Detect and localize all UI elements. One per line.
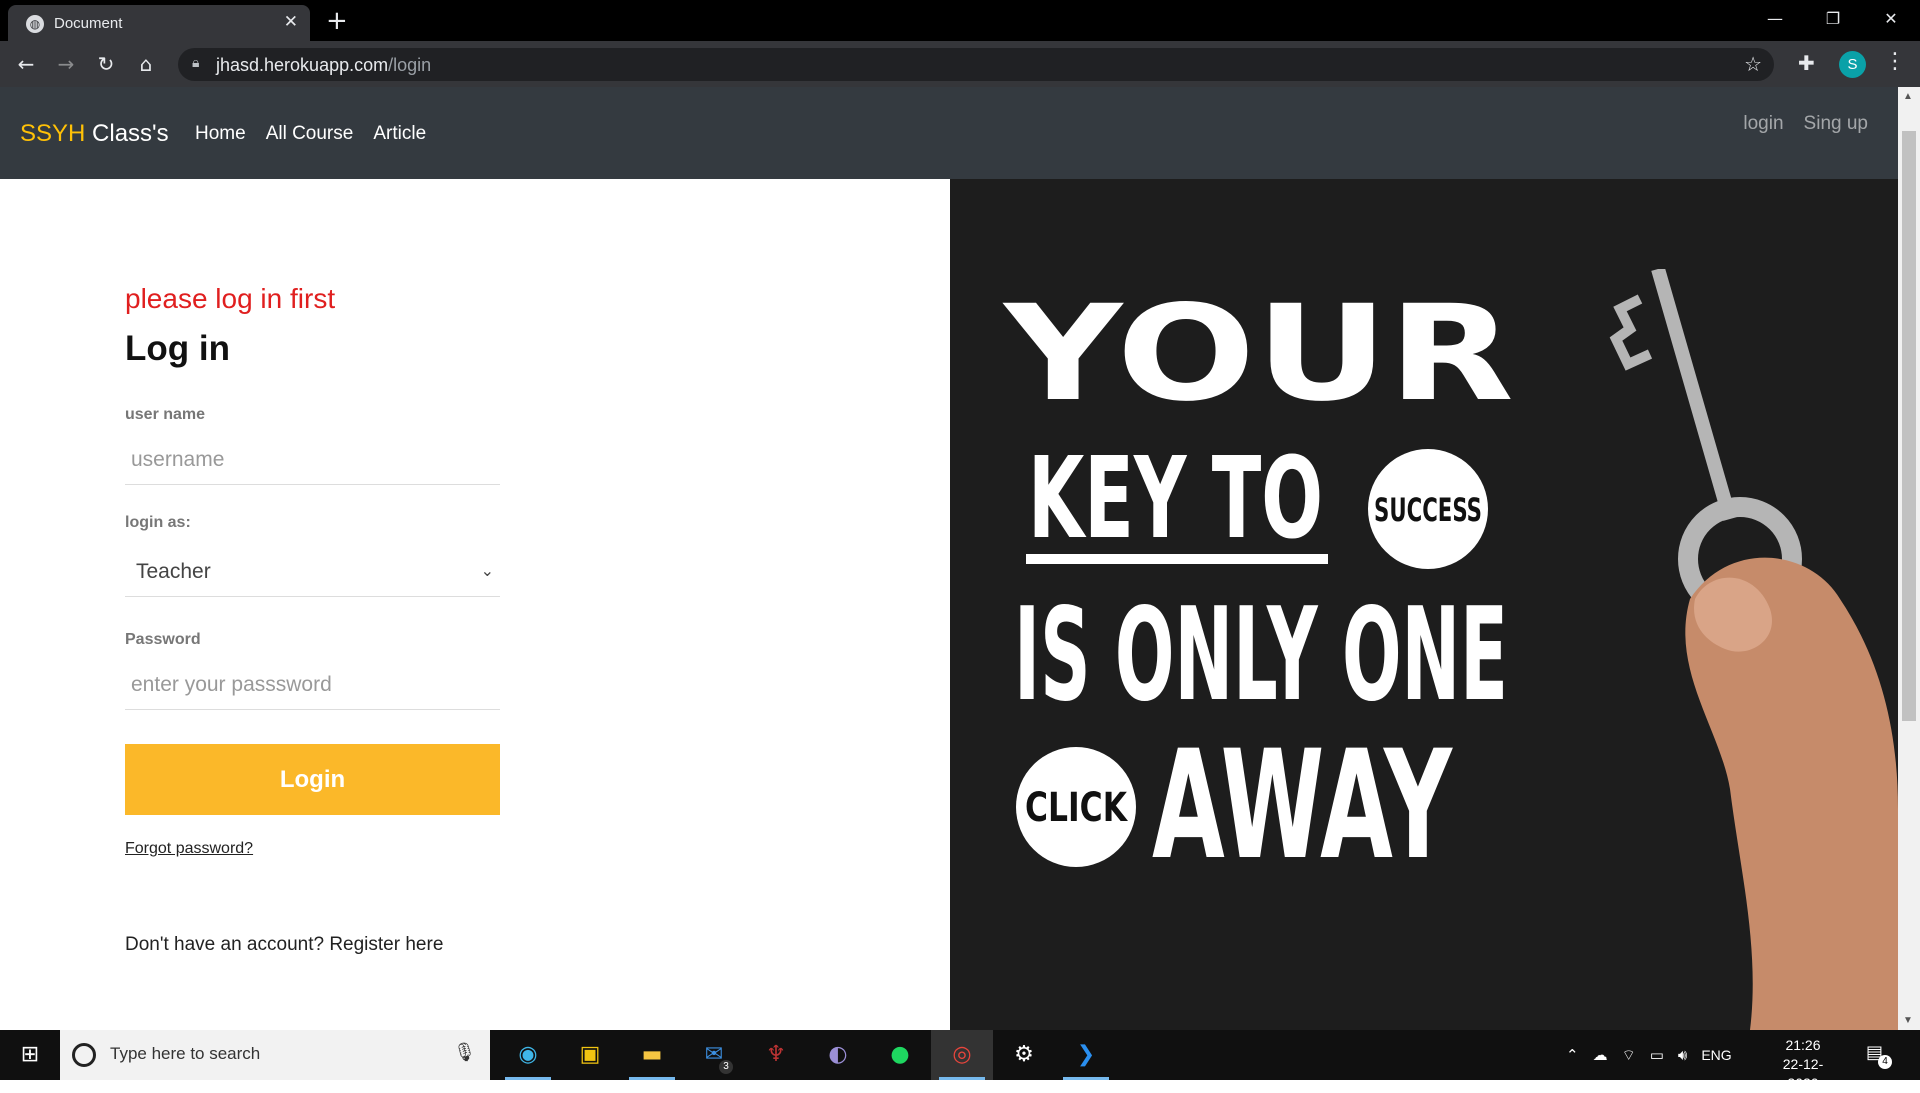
edge-icon[interactable]: ◉ (497, 1030, 559, 1080)
login-button[interactable]: Login (125, 744, 500, 815)
role-select[interactable]: Teacher ⌄ (125, 547, 500, 597)
site-navbar: SSYH Class's Home All Course Article log… (0, 87, 1898, 179)
username-input[interactable] (125, 435, 500, 485)
nav-login-link[interactable]: login (1743, 113, 1783, 135)
scroll-up-icon[interactable]: ▲ (1903, 91, 1913, 102)
nav-signup-link[interactable]: Sing up (1804, 113, 1868, 135)
tor-browser-icon[interactable]: ◐ (807, 1030, 869, 1080)
chrome-icon[interactable]: ◎ (931, 1030, 993, 1080)
system-clock[interactable]: 21:26 22-12-2020 (1768, 1036, 1838, 1093)
browser-titlebar: ◍ Document ✕ + — ❐ ✕ (0, 0, 1920, 41)
browser-tab[interactable]: ◍ Document ✕ (8, 5, 310, 41)
poster-badge-click: CLICK (1025, 785, 1129, 831)
close-window-icon[interactable]: ✕ (1862, 0, 1920, 41)
windows-taskbar: ⊞ Type here to search 🎙︎ ◉ ▣ ▬ ✉ 3 ♆ ◐ ● … (0, 1030, 1920, 1091)
close-tab-icon[interactable]: ✕ (284, 12, 298, 32)
file-explorer-icon[interactable]: ▬ (621, 1030, 683, 1080)
bookmark-star-icon[interactable]: ☆ (1744, 52, 1762, 76)
battery-icon[interactable]: ▭ (1650, 1046, 1664, 1064)
poster-line-key-to: KEY TO (1028, 434, 1323, 564)
show-hidden-icons-icon[interactable]: ⌃ (1566, 1046, 1579, 1064)
scroll-down-icon[interactable]: ▼ (1903, 1015, 1913, 1026)
url-text: jhasd.herokuapp.com/login (216, 55, 432, 75)
error-message: please log in first (125, 283, 336, 314)
poster-graphic: YOUR KEY TO SUCCESS IS ONLY ONE CLICK AW… (1002, 289, 1514, 889)
spotify-icon[interactable]: ● (869, 1030, 931, 1080)
microphone-icon[interactable]: 🎙︎ (453, 1042, 476, 1063)
wifi-icon[interactable]: ⌔ (1622, 1046, 1636, 1065)
auth-links: login Sing up (1743, 113, 1868, 135)
poster-underline (1026, 554, 1328, 564)
forward-icon[interactable]: → (52, 50, 80, 78)
nav-all-course-link[interactable]: All Course (266, 123, 354, 145)
login-panel: please log in first Log in user name log… (0, 179, 950, 1030)
scroll-thumb[interactable] (1902, 131, 1916, 721)
browser-toolbar: ← → ↻ ⌂ 🔒︎ jhasd.herokuapp.com/login ☆ ✚… (0, 41, 1920, 87)
clock-date: 22-12-2020 (1782, 1056, 1824, 1091)
hand-holding-key-image (1609, 269, 1898, 1030)
minimize-icon[interactable]: — (1746, 0, 1804, 41)
username-label: user name (125, 406, 206, 423)
store-icon[interactable]: ▣ (559, 1030, 621, 1080)
role-select-value: Teacher (136, 560, 211, 583)
windows-start-icon[interactable]: ⊞ (0, 1030, 60, 1080)
hero-image: YOUR KEY TO SUCCESS IS ONLY ONE CLICK AW… (950, 179, 1898, 1030)
reload-icon[interactable]: ↻ (92, 50, 120, 78)
onedrive-icon[interactable]: ☁ (1593, 1046, 1608, 1064)
back-icon[interactable]: ← (12, 50, 40, 78)
forgot-password-link[interactable]: Forgot password? (125, 840, 253, 858)
globe-icon: ◍ (26, 15, 44, 33)
password-input[interactable] (125, 660, 500, 710)
mail-badge: 3 (719, 1060, 733, 1074)
window-controls: — ❐ ✕ (1746, 0, 1920, 41)
page-title: Log in (125, 329, 230, 368)
notification-count: 4 (1878, 1055, 1892, 1069)
new-tab-button[interactable]: + (326, 6, 348, 36)
page-content: please log in first Log in user name log… (0, 179, 1898, 1030)
role-label: login as: (125, 514, 191, 531)
lock-icon: 🔒︎ (192, 55, 200, 71)
predator-icon[interactable]: ♆ (745, 1030, 807, 1080)
system-tray: ⌃ ☁ ⌔ ▭ 🔊︎ ENG (1566, 1030, 1732, 1080)
poster-line-is-only-one: IS ONLY ONE (1014, 581, 1508, 730)
poster-line-your: YOUR (1002, 289, 1514, 431)
vscode-icon[interactable]: ❯ (1055, 1030, 1117, 1080)
taskbar-apps: ◉ ▣ ▬ ✉ 3 ♆ ◐ ● ◎ ⚙ ❯ (497, 1030, 1117, 1080)
cortana-icon (72, 1043, 96, 1067)
address-bar[interactable]: 🔒︎ jhasd.herokuapp.com/login ☆ (178, 48, 1774, 81)
tab-title: Document (54, 15, 123, 32)
poster-badge-success: SUCCESS (1374, 491, 1482, 529)
nav-home-link[interactable]: Home (195, 123, 246, 145)
taskbar-search-placeholder: Type here to search (110, 1044, 261, 1063)
nav-article-link[interactable]: Article (373, 123, 426, 145)
volume-icon[interactable]: 🔊︎ (1678, 1046, 1687, 1064)
home-icon[interactable]: ⌂ (132, 50, 160, 78)
restore-icon[interactable]: ❐ (1804, 0, 1862, 41)
browser-menu-icon[interactable]: ⋮ (1884, 49, 1906, 74)
register-link[interactable]: Don't have an account? Register here (125, 934, 443, 956)
page-scrollbar[interactable]: ▲ ▼ (1898, 87, 1920, 1030)
language-indicator[interactable]: ENG (1701, 1047, 1731, 1063)
nav-links: Home All Course Article (195, 123, 426, 145)
taskbar-search[interactable]: Type here to search 🎙︎ (60, 1030, 490, 1080)
profile-avatar[interactable]: S (1839, 51, 1866, 78)
settings-gear-icon[interactable]: ⚙ (993, 1030, 1055, 1080)
password-label: Password (125, 631, 201, 648)
brand-logo[interactable]: SSYH Class's (20, 120, 169, 148)
clock-time: 21:26 (1785, 1037, 1821, 1053)
poster-line-away: AWAY (1152, 719, 1453, 889)
mail-icon[interactable]: ✉ 3 (683, 1030, 745, 1080)
chevron-down-icon: ⌄ (480, 561, 494, 580)
extensions-icon[interactable]: ✚ (1798, 51, 1815, 75)
